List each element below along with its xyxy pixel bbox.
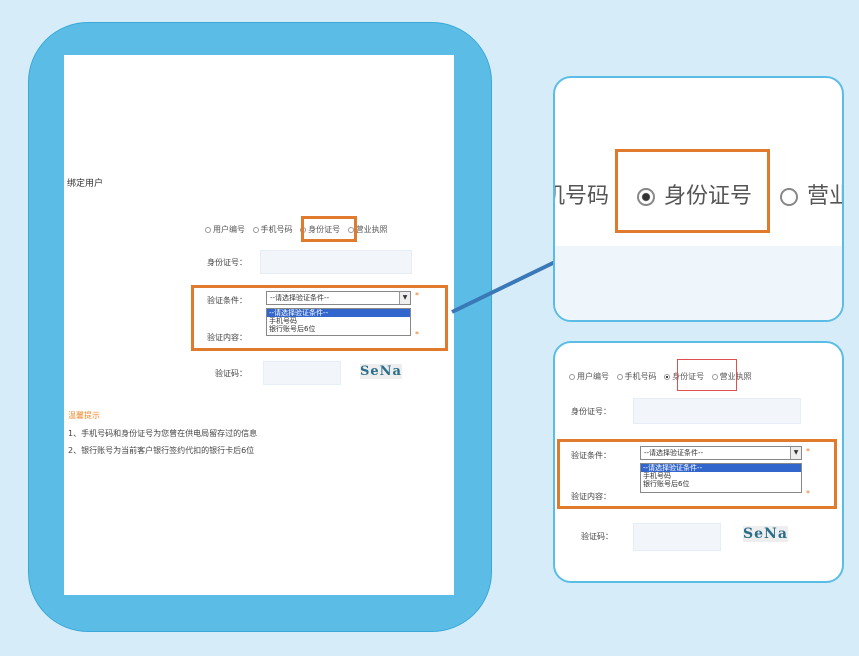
captcha-image[interactable]: SeNa (743, 526, 788, 542)
condition-dropdown: --请选择验证条件-- 手机号码 银行账号后6位 (640, 463, 802, 493)
condition-label: 验证条件： (571, 451, 611, 460)
captcha-input[interactable] (633, 523, 721, 551)
radio-icon (569, 373, 575, 380)
captcha-label: 验证码： (581, 532, 613, 541)
zoom-panel-radio: 机号码 身份证号 营业 (553, 76, 844, 322)
radio-selected-icon (637, 188, 655, 206)
required-asterisk: * (806, 489, 810, 498)
id-label: 身份证号： (571, 407, 611, 416)
content-label: 验证内容： (571, 492, 611, 501)
zoom-radio-selected[interactable]: 身份证号 (637, 178, 752, 210)
radio-user-number[interactable]: 用户编号 (569, 372, 609, 381)
zoom2-radio-highlight (677, 359, 737, 391)
condition-select[interactable]: --请选择验证条件-- ▼ (640, 446, 802, 460)
id-input[interactable] (633, 398, 801, 424)
radio-phone-number[interactable]: 手机号码 (616, 372, 657, 381)
zoom-panel-field-area (555, 246, 842, 320)
zoom-left-text: 机号码 (555, 184, 610, 209)
dropdown-option[interactable]: 手机号码 (641, 472, 801, 480)
zoom-panel-form: 用户编号 手机号码 身份证号 营业执照 身份证号： 验证条件： --请选择验证条… (553, 341, 844, 583)
radio-selected-icon (664, 373, 671, 380)
dropdown-arrow-icon[interactable]: ▼ (790, 447, 801, 459)
required-asterisk: * (806, 447, 810, 456)
zoom-radio-next[interactable]: 营业 (780, 178, 842, 210)
radio-icon (616, 373, 623, 380)
dropdown-option[interactable]: --请选择验证条件-- (641, 464, 801, 472)
dropdown-option[interactable]: 银行账号后6位 (641, 480, 801, 488)
radio-icon (780, 188, 798, 206)
